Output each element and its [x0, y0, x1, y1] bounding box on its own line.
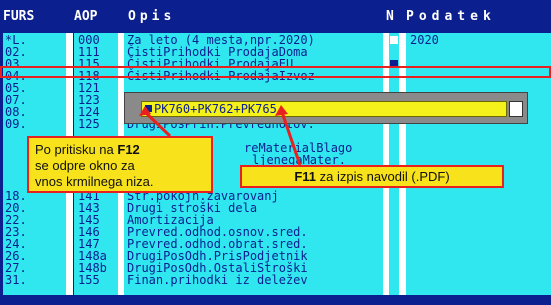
- popup-checkbox[interactable]: [509, 101, 523, 117]
- column-separator: [399, 33, 406, 295]
- cell-opis[interactable]: ČistiPrihodki ProdajaIzvoz: [127, 70, 315, 82]
- cell-aop[interactable]: 155: [78, 274, 100, 286]
- row-marker[interactable]: [390, 36, 398, 44]
- f11-key-label: F11: [294, 169, 317, 184]
- cell-opis[interactable]: Finan.prihodki iz deležev: [127, 274, 308, 286]
- text-cursor: [145, 105, 152, 112]
- header-n: N: [386, 0, 398, 33]
- formula-text: PK760+PK762+PK765: [154, 102, 277, 116]
- control-string-popup: PK760+PK762+PK765: [124, 92, 528, 124]
- cell-podatek[interactable]: 2020: [410, 34, 439, 46]
- f11-callout: F11 za izpis navodil (.PDF): [240, 165, 504, 188]
- cell-furs[interactable]: 09.: [5, 118, 27, 130]
- f11-callout-text: za izpis navodil (.PDF): [316, 169, 450, 184]
- header-furs: FURS: [3, 0, 65, 33]
- f12-key-label: F12: [117, 142, 140, 157]
- header-podatek: Podatek: [406, 0, 551, 33]
- f12-callout-text: se odpre okno za: [35, 158, 135, 173]
- cell-aop[interactable]: 125: [78, 118, 100, 130]
- f12-callout: Po pritisku na F12 se odpre okno za vnos…: [27, 136, 213, 193]
- column-n: [389, 33, 399, 295]
- f12-callout-text: Po pritisku na: [35, 142, 118, 157]
- header-aop: AOP: [74, 0, 116, 33]
- cell-furs[interactable]: 31.: [5, 274, 27, 286]
- column-podatek: 2020: [406, 33, 551, 295]
- f12-callout-text: vnos krmilnega niza.: [35, 174, 154, 189]
- header-opis: Opis: [128, 0, 378, 33]
- formula-input[interactable]: PK760+PK762+PK765: [141, 101, 507, 117]
- row-marker[interactable]: [390, 60, 398, 68]
